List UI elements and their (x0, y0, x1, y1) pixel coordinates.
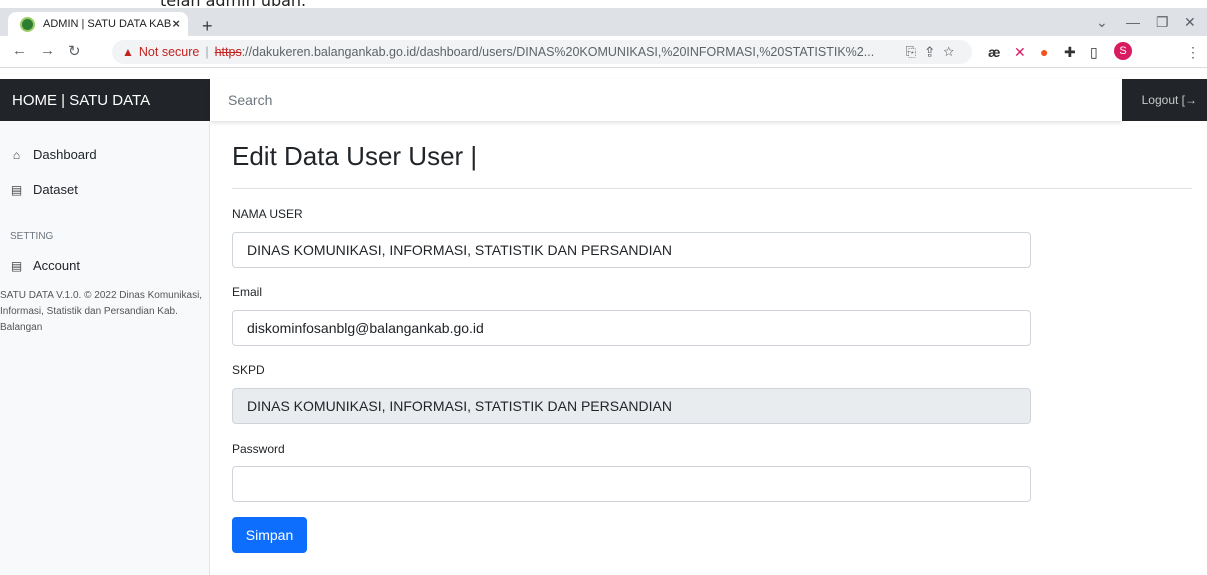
extension-ae-icon[interactable]: æ (988, 44, 1000, 60)
file-icon: ▤ (10, 182, 23, 197)
password-label: Password (232, 442, 285, 456)
home-icon: ⌂ (12, 147, 21, 162)
side-panel-icon[interactable]: ▯ (1090, 44, 1098, 61)
document-text-fragment: telah admin ubah. (0, 0, 1207, 8)
tab-title: ADMIN | SATU DATA KAB BALAN (43, 18, 173, 30)
url-text: ://dakukeren.balangankab.go.id/dashboard… (241, 45, 875, 59)
password-field[interactable] (232, 466, 1031, 502)
close-tab-icon[interactable]: × (172, 16, 180, 31)
email-field[interactable]: diskominfosanblg@balangankab.go.id (232, 310, 1031, 346)
url-separator: | (205, 45, 209, 59)
security-status: Not secure (138, 45, 200, 59)
menu-icon[interactable]: ⋮ (1186, 44, 1200, 61)
email-label: Email (232, 285, 263, 299)
window-close-icon[interactable]: ✕ (1184, 14, 1196, 31)
url-scheme: https (214, 45, 242, 59)
skpd-label: SKPD (232, 363, 265, 377)
save-button[interactable]: Simpan (232, 517, 307, 553)
minimize-icon[interactable]: — (1126, 14, 1140, 30)
address-bar[interactable]: ▲ Not secure | https ://dakukeren.balang… (112, 40, 972, 64)
sidebar-item-label: Dashboard (33, 147, 97, 162)
extensions-puzzle-icon[interactable]: ✚ (1064, 44, 1076, 61)
sidebar-item-label: Dataset (33, 182, 78, 197)
restore-icon[interactable]: ❐ (1156, 14, 1169, 31)
nama-user-label: NAMA USER (232, 207, 303, 221)
sidebar-section-heading: SETTING (10, 231, 54, 242)
profile-avatar[interactable]: S (1114, 42, 1132, 60)
new-tab-button[interactable]: + (202, 16, 213, 37)
search-input[interactable]: Search (210, 79, 1122, 121)
reload-icon[interactable]: ↻ (68, 42, 81, 60)
sidebar: ⌂ Dashboard ▤ Dataset SETTING ▤ Account … (0, 121, 210, 575)
site-favicon-icon (20, 16, 35, 32)
logout-button[interactable]: Logout [→ (1122, 79, 1207, 121)
browser-tab-strip: ADMIN | SATU DATA KAB BALAN × + ⌄ — ❐ ✕ (0, 8, 1207, 36)
sidebar-item-dataset[interactable]: ▤ Dataset (10, 182, 78, 197)
browser-toolbar: ← → ↻ ▲ Not secure | https ://dakukeren.… (0, 36, 1207, 68)
title-divider (232, 188, 1192, 189)
tab-search-icon[interactable]: ⌄ (1096, 14, 1108, 31)
omnibox-action-icons[interactable]: ⎘⇪☆ (906, 44, 964, 60)
app-spacer (0, 68, 1207, 79)
sidebar-footer: SATU DATA V.1.0. © 2022 Dinas Komunikasi… (0, 290, 203, 333)
forward-icon[interactable]: → (40, 42, 55, 59)
sidebar-item-label: Account (33, 258, 80, 273)
file-icon: ▤ (10, 258, 23, 273)
sidebar-item-account[interactable]: ▤ Account (10, 258, 80, 273)
app-brand[interactable]: HOME | SATU DATA (0, 79, 210, 121)
warning-icon: ▲ (122, 45, 134, 59)
skpd-field: DINAS KOMUNIKASI, INFORMASI, STATISTIK D… (232, 388, 1031, 424)
page-title: Edit Data User User | (232, 141, 478, 171)
nama-user-field[interactable]: DINAS KOMUNIKASI, INFORMASI, STATISTIK D… (232, 232, 1031, 268)
extension-color-icon[interactable]: ● (1040, 44, 1048, 60)
extension-x-icon[interactable]: ✕ (1014, 44, 1026, 61)
browser-tab[interactable]: ADMIN | SATU DATA KAB BALAN × (8, 12, 188, 36)
sidebar-item-dashboard[interactable]: ⌂ Dashboard (10, 147, 97, 162)
back-icon[interactable]: ← (12, 42, 27, 59)
